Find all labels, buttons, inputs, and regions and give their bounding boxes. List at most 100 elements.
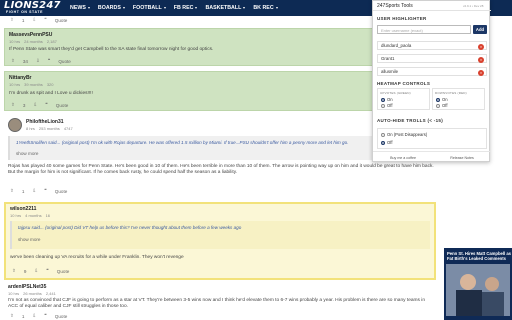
- post-meta: 10 hrs 24 months 2,187: [9, 39, 57, 44]
- post-meta: 10 hrs 4 months 16: [10, 213, 50, 218]
- ad-image[interactable]: [446, 264, 510, 316]
- avatar[interactable]: [8, 118, 22, 132]
- radio-icon[interactable]: [436, 103, 440, 108]
- post-time: 10 hrs: [9, 39, 21, 44]
- post-member-age: 253 months: [38, 126, 60, 131]
- radio-selected-icon[interactable]: [381, 140, 385, 145]
- quote-button[interactable]: Quote: [55, 189, 68, 194]
- quote-icon: ❝: [46, 268, 49, 273]
- nav-bk-rec[interactable]: BK REC: [253, 5, 278, 11]
- panel-header: 247Sports Tools v2.9.1 • Dev 28: [373, 1, 491, 11]
- chevron-down-icon: [87, 7, 90, 9]
- chevron-down-icon: [163, 7, 166, 9]
- nav-news[interactable]: NEWS: [70, 5, 90, 11]
- highlighted-username: Grant1: [381, 56, 395, 61]
- downvote-icon[interactable]: ⇩: [32, 313, 36, 319]
- autohide-off-option[interactable]: Off: [381, 140, 393, 145]
- vote-count: 34: [22, 58, 28, 64]
- upvote-icon[interactable]: ⇧: [11, 58, 15, 64]
- vote-count: 9: [23, 268, 27, 274]
- highlighted-user-row: allusmile ×: [377, 67, 487, 76]
- nav-basketball[interactable]: BASKETBALL: [205, 5, 246, 11]
- vote-count: 3: [22, 102, 26, 108]
- buy-coffee-link[interactable]: Buy me a coffee: [390, 156, 416, 160]
- downvote-icon[interactable]: ⇩: [32, 17, 36, 23]
- username-input[interactable]: Enter username (exact): [377, 25, 471, 34]
- downvote-icon[interactable]: ⇩: [32, 188, 36, 194]
- quoted-post: 1YeethSnolifen said... (original post) I…: [8, 136, 432, 160]
- quote-button[interactable]: Quote: [55, 314, 68, 319]
- autohide-on-option[interactable]: On (Post Disappears): [381, 132, 427, 137]
- downvotes-off-option[interactable]: Off: [436, 103, 448, 108]
- post-actions: ⇧ 9 ⇩ ❝ Quote: [12, 268, 69, 274]
- upvote-icon[interactable]: ⇧: [12, 268, 16, 274]
- release-notes-link[interactable]: Release Notes: [450, 156, 474, 160]
- show-more-link[interactable]: show more: [16, 151, 38, 156]
- quote-button[interactable]: Quote: [56, 103, 69, 108]
- upvote-icon[interactable]: ⇧: [10, 188, 14, 194]
- post-body: I'm drunk as spit and I Love u dickies!!…: [9, 91, 93, 96]
- radio-selected-icon[interactable]: [381, 97, 385, 102]
- highlighted-username: dlundard_paola: [381, 43, 412, 48]
- username-placeholder: Enter username (exact): [381, 28, 423, 33]
- quote-button[interactable]: Quote: [58, 59, 71, 64]
- heatmap-heading: HEATMAP CONTROLS: [377, 81, 431, 86]
- post-meta: 10 hrs 39 months 320: [9, 82, 54, 87]
- post-member-age: 24 months: [24, 39, 43, 44]
- autohide-heading: AUTO-HIDE TROLLS (< -15): [377, 118, 443, 123]
- quoted-text[interactable]: 1YeethSnolifen said... (original post) I…: [16, 140, 430, 145]
- post-body: Rojas has played 40 some games for Penn …: [8, 164, 434, 175]
- post-username[interactable]: wilson2211: [10, 206, 36, 212]
- upvotes-on-option[interactable]: On: [381, 97, 393, 102]
- post-actions: ⇧ 1 ⇩ ❝ Quote: [10, 17, 67, 23]
- nav-fb-rec[interactable]: FB REC: [174, 5, 198, 11]
- remove-user-icon[interactable]: ×: [478, 56, 484, 63]
- show-more-link[interactable]: show more: [18, 237, 40, 242]
- upvote-icon[interactable]: ⇧: [11, 102, 15, 108]
- upvote-icon[interactable]: ⇧: [10, 17, 14, 23]
- quote-icon: ❝: [44, 313, 47, 318]
- downvote-icon[interactable]: ⇩: [33, 102, 37, 108]
- highlighted-user-row: dlundard_paola ×: [377, 41, 487, 50]
- post-time: 8 hrs: [26, 126, 35, 131]
- post-body: I'm not as convinced that CJF is going t…: [8, 298, 425, 309]
- panel-title: 247Sports Tools: [377, 3, 413, 9]
- quote-icon: ❝: [47, 58, 51, 63]
- downvotes-on-option[interactable]: On: [436, 97, 448, 102]
- upvotes-off-option[interactable]: Off: [381, 103, 393, 108]
- vote-count: 1: [21, 188, 25, 194]
- remove-user-icon[interactable]: ×: [478, 69, 484, 76]
- post-username[interactable]: ardenIPSLNet35: [8, 284, 46, 290]
- post-count: 2,187: [46, 39, 57, 44]
- quote-button[interactable]: Quote: [55, 18, 68, 23]
- remove-user-icon[interactable]: ×: [478, 43, 484, 50]
- post-body: If Penn State was smart they'd get Campb…: [9, 47, 214, 52]
- downvote-icon[interactable]: ⇩: [36, 58, 40, 64]
- post-member-age: 4 months: [25, 213, 42, 218]
- quoted-text[interactable]: tajpsu said... (original post) Did VT he…: [18, 225, 428, 230]
- post-username[interactable]: NittanyBr: [9, 75, 32, 81]
- radio-icon[interactable]: [381, 132, 385, 137]
- nav-boards[interactable]: BOARDS: [98, 5, 125, 11]
- radio-icon[interactable]: [381, 103, 385, 108]
- downvote-icon[interactable]: ⇩: [34, 268, 38, 274]
- post-username[interactable]: MassevsPennPSU: [9, 32, 52, 38]
- post-card: wilson2211 10 hrs 4 months 16 tajpsu sai…: [4, 202, 436, 280]
- sidebar-ad[interactable]: Penn St. Hires Matt Campbell as Fat Birt…: [444, 248, 512, 320]
- nav-football[interactable]: FOOTBALL: [133, 5, 166, 11]
- site-logo[interactable]: LIONS247 FIGHT ON STATE: [4, 0, 68, 16]
- upvote-icon[interactable]: ⇧: [10, 313, 14, 319]
- post-username[interactable]: PhiloftheLion31: [26, 119, 64, 125]
- post-count: 2,441: [45, 291, 56, 296]
- quote-button[interactable]: Quote: [57, 269, 70, 274]
- chevron-down-icon: [122, 7, 125, 9]
- ad-headline[interactable]: Penn St. Hires Matt Campbell as Fat Birt…: [447, 251, 511, 261]
- add-user-button[interactable]: Add: [473, 25, 487, 34]
- post-member-age: 26 months: [23, 291, 42, 296]
- post-actions: ⇧ 1 ⇩ ❝ Quote: [10, 188, 67, 194]
- radio-selected-icon[interactable]: [436, 97, 440, 102]
- tools-panel: 247Sports Tools v2.9.1 • Dev 28 USER HIG…: [372, 0, 491, 162]
- post-meta: 10 hrs 26 months 2,441: [8, 291, 56, 296]
- nav-links: NEWS BOARDS FOOTBALL FB REC BASKETBALL B…: [70, 5, 278, 11]
- quote-icon: ❝: [45, 102, 48, 107]
